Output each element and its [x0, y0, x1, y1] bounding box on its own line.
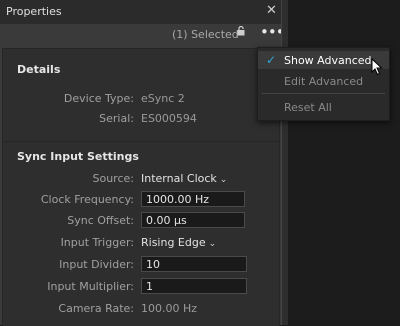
input-divider-label: Input Divider: [59, 258, 134, 271]
panel-titlebar: Properties ✕ [0, 0, 281, 25]
menu-item-label: Reset All [284, 101, 332, 114]
input-trigger-label: Input Trigger: [60, 236, 134, 249]
menu-item-label: Show Advanced [284, 54, 372, 67]
serial-value: ES000594 [141, 112, 197, 125]
checkmark-icon: ✓ [266, 53, 277, 67]
source-value: Internal Clock [141, 172, 217, 185]
input-trigger-value: Rising Edge [141, 236, 206, 249]
input-divider-input[interactable]: 10 [141, 256, 247, 272]
chevron-down-icon: ⌄ [208, 239, 217, 249]
selection-count: (1) Selected [172, 28, 239, 41]
details-title: Details [17, 63, 61, 76]
menu-item-reset-all[interactable]: Reset All [258, 98, 389, 116]
input-trigger-dropdown[interactable]: Rising Edge ⌄ [141, 236, 216, 249]
sync-offset-row: Sync Offset: 0.00 µs [3, 212, 279, 230]
clock-frequency-row: Clock Frequency: 1000.00 Hz [3, 191, 279, 209]
serial-row: Serial: ES000594 [3, 110, 279, 128]
device-type-row: Device Type: eSync 2 [3, 90, 279, 108]
chevron-down-icon: ⌄ [219, 175, 228, 185]
camera-rate-value: 100.00 Hz [141, 302, 198, 315]
input-multiplier-label: Input Multiplier: [47, 280, 134, 293]
camera-rate-label: Camera Rate: [58, 302, 134, 315]
properties-panel: Properties ✕ (1) Selected ••• Details De… [0, 0, 285, 326]
clock-frequency-input[interactable]: 1000.00 Hz [141, 191, 245, 207]
menu-separator [262, 93, 385, 94]
menu-item-show-advanced[interactable]: ✓ Show Advanced [258, 51, 389, 69]
serial-label: Serial: [99, 112, 134, 125]
menu-item-label: Edit Advanced [284, 75, 364, 88]
source-dropdown[interactable]: Internal Clock ⌄ [141, 172, 227, 185]
sync-input-section: Sync Input Settings Source: Internal Clo… [2, 141, 280, 326]
sync-offset-input[interactable]: 0.00 µs [141, 212, 245, 228]
input-trigger-row: Input Trigger: Rising Edge ⌄ [3, 234, 279, 252]
details-section: Details Device Type: eSync 2 Serial: ES0… [2, 48, 280, 142]
input-multiplier-row: Input Multiplier: 1 [3, 278, 279, 296]
device-type-label: Device Type: [63, 92, 134, 105]
mouse-pointer-icon-svg [371, 57, 383, 76]
source-label: Source: [92, 172, 135, 185]
sync-input-title: Sync Input Settings [17, 150, 139, 163]
panel-title: Properties [6, 5, 62, 18]
more-options-icon[interactable]: ••• [260, 23, 285, 41]
close-icon[interactable]: ✕ [266, 3, 277, 18]
lock-icon[interactable] [237, 25, 245, 39]
source-row: Source: Internal Clock ⌄ [3, 170, 279, 188]
menu-item-edit-advanced[interactable]: Edit Advanced [258, 72, 389, 90]
panel-toolbar: (1) Selected ••• [0, 23, 285, 46]
mouse-pointer-icon [371, 57, 383, 79]
device-type-value: eSync 2 [141, 92, 185, 105]
input-multiplier-input[interactable]: 1 [141, 278, 247, 294]
camera-rate-row: Camera Rate: 100.00 Hz [3, 300, 279, 318]
lock-icon-svg [237, 25, 245, 36]
clock-frequency-label: Clock Frequency: [40, 193, 134, 206]
sync-offset-label: Sync Offset: [67, 214, 134, 227]
input-divider-row: Input Divider: 10 [3, 256, 279, 274]
